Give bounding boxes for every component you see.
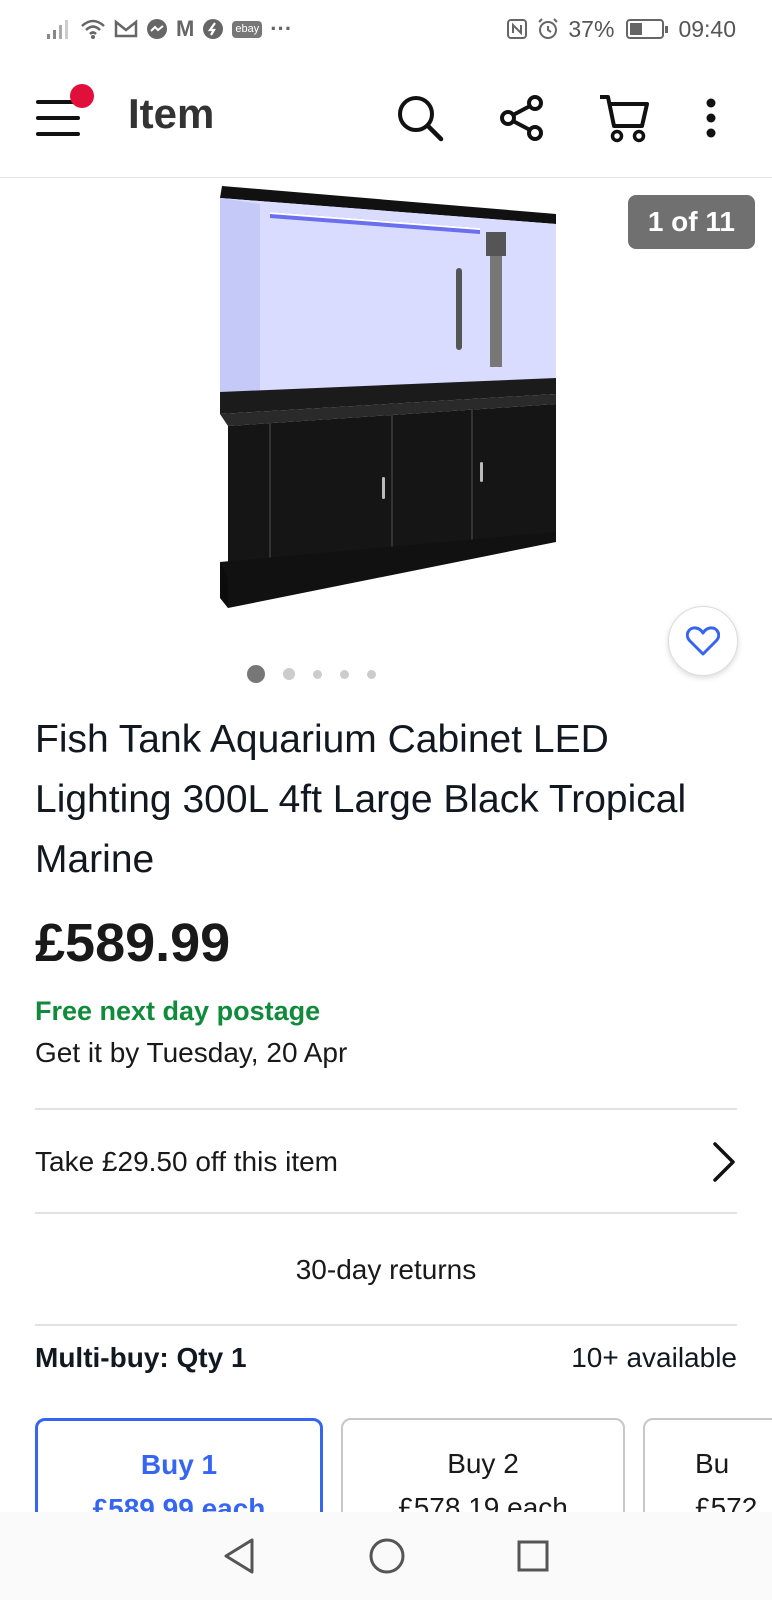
ebay-notification-icon: ebay xyxy=(232,20,263,38)
back-icon[interactable] xyxy=(222,1537,258,1575)
option-price: £578.19 each xyxy=(398,1492,568,1512)
share-icon xyxy=(500,95,543,141)
offer-row[interactable]: Take £29.50 off this item xyxy=(35,1110,737,1214)
more-notifications-icon: ··· xyxy=(270,16,293,41)
page-title: Item xyxy=(128,90,215,137)
item-title: Fish Tank Aquarium Cabinet LED Lighting … xyxy=(35,718,687,881)
multibuy-option-1[interactable]: Buy 1 £589.99 each xyxy=(35,1418,323,1512)
shazam-icon xyxy=(203,19,224,39)
image-gallery[interactable]: 1 of 11 xyxy=(0,178,772,700)
option-qty: Buy 1 xyxy=(140,1449,218,1480)
option-price: £572. xyxy=(695,1492,766,1512)
option-qty: Buy 2 xyxy=(447,1448,519,1479)
gallery-dot[interactable] xyxy=(282,668,295,680)
gallery-dot[interactable] xyxy=(246,665,265,683)
cart-icon xyxy=(600,95,649,143)
wifi-icon xyxy=(81,19,105,39)
messenger-icon xyxy=(147,19,167,39)
gallery-pagination[interactable] xyxy=(0,664,772,684)
status-system: 37% 09:40 xyxy=(506,16,736,43)
multibuy-option-3[interactable]: Bu £572. xyxy=(643,1418,772,1512)
status-bar: M ebay ··· 37% 09:40 xyxy=(0,0,772,58)
share-button[interactable] xyxy=(494,90,550,146)
divider xyxy=(35,1324,737,1326)
signal-icon xyxy=(47,20,68,39)
product-image xyxy=(220,186,556,608)
multibuy-options: Buy 1 £589.99 each Buy 2 £578.19 each Bu… xyxy=(35,1418,772,1512)
motors-icon: M xyxy=(176,16,195,41)
app-bar: Item xyxy=(0,58,772,178)
option-qty: Bu xyxy=(695,1448,730,1479)
item-price: £589.99 xyxy=(35,913,231,973)
multibuy-header: Multi-buy: Qty 1 10+ available xyxy=(35,1342,737,1374)
chevron-right-icon xyxy=(713,1142,735,1182)
option-price: £589.99 each xyxy=(92,1493,266,1512)
heart-icon xyxy=(686,626,720,656)
multibuy-option-2[interactable]: Buy 2 £578.19 each xyxy=(341,1418,625,1512)
notification-dot xyxy=(70,84,94,108)
nfc-icon xyxy=(507,19,528,39)
more-options-button[interactable] xyxy=(696,90,726,146)
recents-icon[interactable] xyxy=(516,1539,550,1573)
delivery-estimate: Get it by Tuesday, 20 Apr xyxy=(35,1037,348,1068)
battery-icon xyxy=(626,19,669,39)
returns-info[interactable]: 30-day returns xyxy=(35,1214,737,1326)
multibuy-label: Multi-buy: Qty 1 xyxy=(35,1342,247,1373)
clock: 09:40 xyxy=(678,15,736,42)
postage-info: Free next day postage xyxy=(35,996,321,1026)
more-vertical-icon xyxy=(706,98,716,138)
menu-button[interactable] xyxy=(36,84,94,138)
search-icon xyxy=(398,96,444,142)
gmail-icon xyxy=(114,19,138,38)
gallery-dot[interactable] xyxy=(366,669,376,679)
quantity-available: 10+ available xyxy=(571,1342,737,1373)
battery-percent: 37% xyxy=(568,15,615,42)
gallery-dot[interactable] xyxy=(339,669,349,679)
image-counter-badge: 1 of 11 xyxy=(627,195,755,249)
offer-text: Take £29.50 off this item xyxy=(35,1146,338,1177)
status-notifications: M ebay ··· xyxy=(46,16,292,42)
home-icon[interactable] xyxy=(368,1537,406,1575)
gallery-dot[interactable] xyxy=(312,669,322,679)
system-nav-bar xyxy=(0,1512,772,1600)
cart-button[interactable] xyxy=(596,90,652,146)
search-button[interactable] xyxy=(392,90,448,146)
alarm-icon xyxy=(538,18,559,39)
